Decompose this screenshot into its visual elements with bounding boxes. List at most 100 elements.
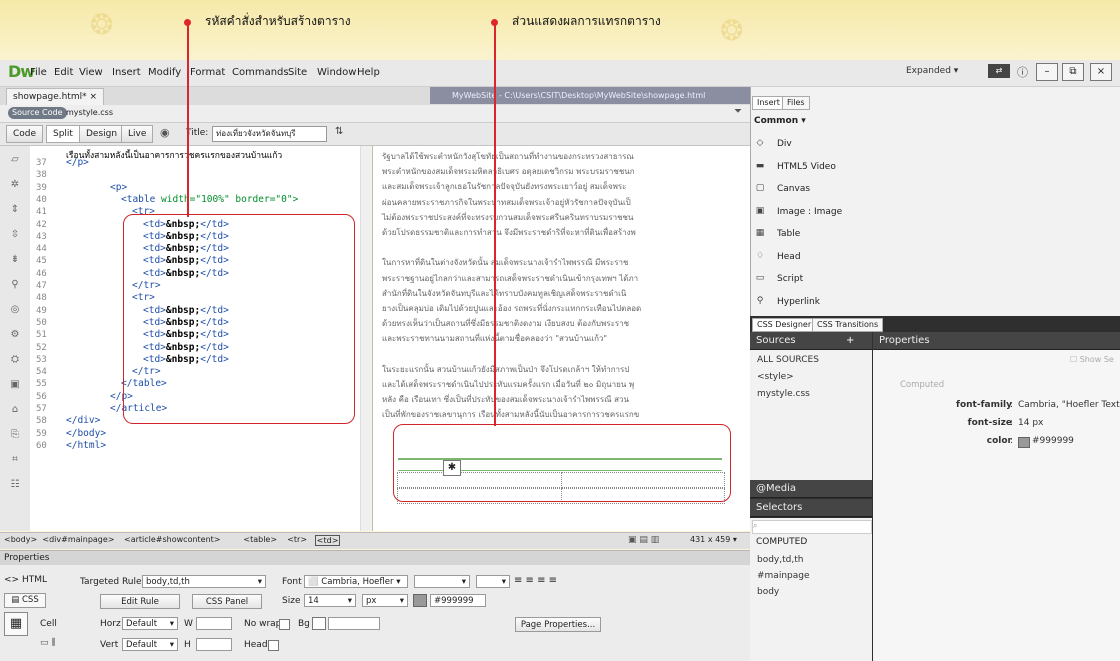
computed-selector[interactable]: COMPUTED	[756, 537, 807, 547]
vert-select[interactable]: Default ▾	[122, 638, 178, 651]
code-tool-icon[interactable]: ☷	[8, 479, 22, 491]
color-input[interactable]: #999999	[430, 594, 486, 607]
code-tool-icon[interactable]: ⛭	[8, 354, 22, 366]
title-input[interactable]: ท่องเที่ยวจังหวัดจันทบุรี	[212, 126, 327, 142]
filter-icon[interactable]: ⏷	[734, 106, 742, 117]
height-input[interactable]	[196, 638, 232, 651]
menu-edit[interactable]: Edit	[54, 67, 73, 78]
code-tool-icon[interactable]: ⌂	[8, 404, 22, 416]
font-select[interactable]: ⬜ Cambria, Hoefler ▾	[304, 575, 408, 588]
code-tool-icon[interactable]: ✲	[8, 179, 22, 191]
selector-item[interactable]: body	[757, 587, 779, 597]
insert-item[interactable]: Head	[777, 252, 801, 262]
tag-selector-item[interactable]: <article#showcontent>	[124, 535, 221, 544]
page-properties-button[interactable]: Page Properties...	[515, 617, 601, 632]
window-size[interactable]: 431 x 459 ▾	[690, 535, 737, 544]
bg-input[interactable]	[328, 617, 380, 630]
insert-category-select[interactable]: Common ▾	[754, 116, 806, 126]
targeted-rule-select[interactable]: body,td,th ▾	[142, 575, 266, 588]
info-icon[interactable]: ⓘ	[1017, 64, 1028, 80]
nowrap-checkbox[interactable]	[279, 619, 290, 630]
design-view-button[interactable]: Design	[79, 125, 125, 143]
minimize-button[interactable]: –	[1036, 63, 1058, 81]
insert-item[interactable]: Canvas	[777, 184, 810, 194]
insert-item[interactable]: HTML5 Video	[777, 162, 836, 172]
menu-help[interactable]: Help	[357, 67, 380, 78]
color-swatch[interactable]	[413, 594, 427, 607]
document-tab[interactable]: showpage.html* ×	[6, 88, 105, 105]
html-properties-button[interactable]: <> HTML	[4, 575, 47, 585]
code-view-button[interactable]: Code	[6, 125, 44, 143]
code-tool-icon[interactable]: ⚙	[8, 329, 22, 341]
source-code-button[interactable]: Source Code	[8, 107, 67, 119]
insert-item[interactable]: Div	[777, 139, 792, 149]
width-input[interactable]	[196, 617, 232, 630]
menu-view[interactable]: View	[79, 67, 103, 78]
header-checkbox[interactable]	[268, 640, 279, 651]
tag-selector-item[interactable]: <body>	[4, 535, 37, 544]
css-transitions-tab[interactable]: CSS Transitions	[812, 318, 884, 332]
font-style-select[interactable]: ▾	[476, 575, 510, 588]
code-line[interactable]: </div>	[66, 415, 100, 426]
size-unit-select[interactable]: px ▾	[362, 594, 408, 607]
menu-commands[interactable]: Commands	[232, 67, 289, 78]
selectors-search-icon[interactable]: ⌕	[752, 520, 872, 534]
tag-selector-item[interactable]: <tr>	[287, 535, 307, 544]
menu-site[interactable]: Site	[288, 67, 307, 78]
menu-modify[interactable]: Modify	[148, 67, 181, 78]
menu-file[interactable]: File	[30, 67, 47, 78]
size-select[interactable]: 14 ▾	[304, 594, 356, 607]
show-set-checkbox[interactable]: ☐ Show Se	[1070, 355, 1114, 364]
merge-split-icons[interactable]: ▭ ⫼	[40, 638, 56, 648]
code-tool-icon[interactable]: ⚲	[8, 279, 22, 291]
code-tool-icon[interactable]: ⌗	[8, 454, 22, 466]
selector-item[interactable]: #mainpage	[757, 571, 810, 581]
code-tool-icon[interactable]: ⇕	[8, 204, 22, 216]
insert-item[interactable]: Hyperlink	[777, 297, 820, 307]
css-panel-button[interactable]: CSS Panel	[192, 594, 262, 609]
edit-rule-button[interactable]: Edit Rule	[100, 594, 180, 609]
add-source-icon[interactable]: +	[846, 332, 854, 350]
insert-item[interactable]: Table	[777, 229, 800, 239]
tag-selector-item[interactable]: <div#mainpage>	[42, 535, 114, 544]
insert-tab[interactable]: Insert	[752, 96, 785, 110]
code-line[interactable]: <table width="100%" border="0">	[121, 194, 298, 205]
code-tool-icon[interactable]: ⇟	[8, 254, 22, 266]
code-line[interactable]: </body>	[66, 428, 106, 439]
code-tool-icon[interactable]: ⇳	[8, 229, 22, 241]
menu-format[interactable]: Format	[190, 67, 225, 78]
code-tool-icon[interactable]: ⎘	[8, 429, 22, 441]
source-item[interactable]: ALL SOURCES	[757, 355, 819, 365]
sync-icon[interactable]: ⇄	[988, 64, 1010, 78]
css-designer-tab[interactable]: CSS Designer	[752, 318, 817, 332]
code-line[interactable]: <p>	[110, 182, 127, 193]
source-item[interactable]: <style>	[757, 372, 794, 382]
insert-item[interactable]: Image : Image	[777, 207, 842, 217]
selector-item[interactable]: body,td,th	[757, 555, 803, 565]
code-line[interactable]: </p>	[66, 157, 89, 168]
code-tool-icon[interactable]: ◎	[8, 304, 22, 316]
maximize-button[interactable]: ⧉	[1062, 63, 1084, 81]
code-line[interactable]: </html>	[66, 440, 106, 451]
source-item[interactable]: mystyle.css	[757, 389, 810, 399]
device-icons[interactable]: ▣ ▤ ▥	[628, 535, 659, 545]
live-view-button[interactable]: Live	[121, 125, 154, 143]
font-weight-select[interactable]: ▾	[414, 575, 470, 588]
related-file-mystyle[interactable]: mystyle.css	[66, 108, 113, 117]
align-icons[interactable]: ≡ ≡ ≡ ≡	[514, 575, 557, 586]
workspace-switcher[interactable]: Expanded ▾	[906, 66, 958, 76]
close-tab-icon[interactable]: ×	[89, 92, 97, 102]
horz-select[interactable]: Default ▾	[122, 617, 178, 630]
code-scrollbar[interactable]	[360, 146, 371, 531]
bg-swatch[interactable]	[312, 617, 326, 630]
close-window-button[interactable]: ×	[1090, 63, 1112, 81]
browser-preview-icon[interactable]: ◉	[160, 126, 170, 139]
insert-item[interactable]: Script	[777, 274, 803, 284]
split-view-button[interactable]: Split	[46, 125, 80, 143]
file-management-icon[interactable]: ⇅	[335, 126, 343, 137]
menu-window[interactable]: Window	[317, 67, 356, 78]
code-tool-icon[interactable]: ▣	[8, 379, 22, 391]
code-tool-icon[interactable]: ▱	[8, 154, 22, 166]
files-tab[interactable]: Files	[782, 96, 810, 110]
tag-selector-item[interactable]: <table>	[243, 535, 277, 544]
